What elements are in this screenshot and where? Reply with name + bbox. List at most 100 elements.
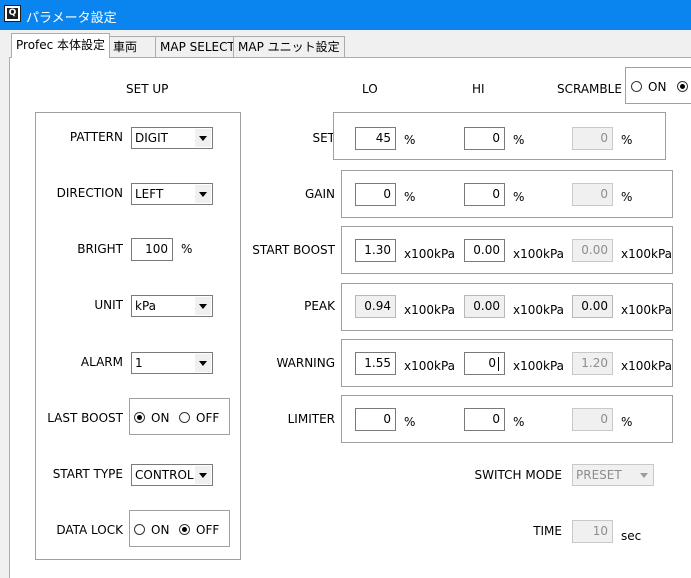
bright-input[interactable]: 100: [131, 238, 173, 261]
pattern-label: PATTERN: [69, 130, 123, 144]
start-boost-hi-input[interactable]: 0.00: [464, 239, 505, 262]
limiter-lo-unit: %: [404, 415, 416, 429]
gain-hi-unit: %: [513, 190, 525, 204]
scramble-on-radio[interactable]: [631, 81, 642, 92]
warning-label: WARNING: [276, 356, 335, 370]
bright-label: BRIGHT: [77, 242, 123, 256]
warning-lo-unit: x100kPa: [404, 359, 456, 373]
app-icon: Q: [4, 5, 21, 22]
lo-header: LO: [362, 82, 378, 96]
set-lo-unit: %: [404, 133, 416, 147]
window-title: パラメータ設定: [26, 11, 117, 26]
unit-label: UNIT: [94, 298, 123, 312]
peak-hi-unit: x100kPa: [513, 303, 565, 317]
gain-lo-input[interactable]: 0: [355, 183, 396, 206]
unit-select[interactable]: kPa: [131, 295, 213, 317]
gain-label: GAIN: [304, 187, 335, 201]
start-type-select[interactable]: CONTROL: [131, 464, 213, 486]
chevron-down-icon[interactable]: [195, 129, 211, 147]
bright-unit: %: [181, 242, 193, 256]
start-type-value: CONTROL: [135, 468, 194, 482]
start-type-label: START TYPE: [52, 467, 123, 481]
scramble-on-label[interactable]: ON: [648, 80, 666, 94]
last-boost-off-label[interactable]: OFF: [196, 411, 219, 425]
peak-lo-value: 0.94: [355, 295, 396, 318]
setup-group: [35, 112, 241, 560]
warning-lo-input[interactable]: 1.55: [355, 352, 396, 375]
set-scramble-input[interactable]: 0: [572, 127, 613, 150]
warning-hi-value: 0: [488, 356, 496, 370]
direction-label: DIRECTION: [56, 186, 123, 200]
time-unit: sec: [621, 529, 642, 543]
switch-mode-label: SWITCH MODE: [474, 468, 563, 482]
limiter-lo-input[interactable]: 0: [355, 408, 396, 431]
data-lock-off-label[interactable]: OFF: [196, 523, 219, 537]
gain-lo-unit: %: [404, 190, 416, 204]
switch-mode-value: PRESET: [576, 468, 622, 482]
last-boost-label: LAST BOOST: [47, 411, 123, 425]
tab-profec-settings[interactable]: Profec 本体設定: [11, 33, 111, 58]
start-boost-lo-input[interactable]: 1.30: [355, 239, 396, 262]
chevron-down-icon[interactable]: [195, 297, 211, 315]
title-bar: Q パラメータ設定: [0, 0, 691, 30]
peak-scramble-value: 0.00: [572, 295, 613, 318]
unit-value: kPa: [135, 299, 156, 313]
pattern-select[interactable]: DIGIT: [131, 127, 213, 149]
start-boost-lo-unit: x100kPa: [404, 247, 456, 261]
start-boost-label: START BOOST: [252, 243, 335, 257]
gain-hi-input[interactable]: 0: [464, 183, 505, 206]
peak-lo-unit: x100kPa: [404, 303, 456, 317]
time-input[interactable]: 10: [572, 520, 613, 543]
peak-label: PEAK: [304, 299, 335, 313]
direction-select[interactable]: LEFT: [131, 183, 213, 205]
start-boost-scramble-unit: x100kPa: [621, 247, 673, 261]
set-label: SET: [312, 131, 335, 145]
scramble-header: SCRAMBLE: [557, 82, 622, 96]
data-lock-on-radio[interactable]: [134, 524, 145, 535]
peak-scramble-unit: x100kPa: [621, 303, 673, 317]
text-caret: [498, 357, 499, 371]
tab-map-unit-settings[interactable]: MAP ユニット設定: [233, 36, 345, 57]
set-scramble-unit: %: [621, 133, 633, 147]
pattern-value: DIGIT: [135, 131, 168, 145]
chevron-down-icon[interactable]: [636, 466, 652, 484]
peak-hi-value: 0.00: [464, 295, 505, 318]
limiter-hi-input[interactable]: 0: [464, 408, 505, 431]
start-boost-scramble-input[interactable]: 0.00: [572, 239, 613, 262]
limiter-scramble-unit: %: [621, 415, 633, 429]
alarm-select[interactable]: 1: [131, 352, 213, 374]
alarm-label: ALARM: [80, 355, 123, 369]
limiter-scramble-input[interactable]: 0: [572, 408, 613, 431]
set-hi-input[interactable]: 0: [464, 127, 505, 150]
chevron-down-icon[interactable]: [195, 466, 211, 484]
warning-hi-input[interactable]: 0: [464, 352, 505, 375]
data-lock-label: DATA LOCK: [56, 523, 123, 537]
chevron-down-icon[interactable]: [195, 354, 211, 372]
data-lock-off-radio[interactable]: [179, 524, 190, 535]
time-label: TIME: [533, 524, 562, 538]
gain-scramble-unit: %: [621, 190, 633, 204]
set-lo-input[interactable]: 45: [355, 127, 396, 150]
hi-header: HI: [472, 82, 485, 96]
tab-vehicle[interactable]: 車両: [108, 36, 156, 57]
warning-scramble-input[interactable]: 1.20: [572, 352, 613, 375]
direction-value: LEFT: [135, 187, 164, 201]
warning-scramble-unit: x100kPa: [621, 359, 673, 373]
switch-mode-select[interactable]: PRESET: [572, 464, 654, 486]
set-hi-unit: %: [513, 133, 525, 147]
setup-header: SET UP: [126, 82, 169, 96]
scramble-off-radio[interactable]: [677, 81, 688, 92]
chevron-down-icon[interactable]: [195, 185, 211, 203]
warning-hi-unit: x100kPa: [513, 359, 565, 373]
limiter-hi-unit: %: [513, 415, 525, 429]
data-lock-on-label[interactable]: ON: [151, 523, 169, 537]
alarm-value: 1: [135, 356, 143, 370]
last-boost-on-label[interactable]: ON: [151, 411, 169, 425]
start-boost-hi-unit: x100kPa: [513, 247, 565, 261]
gain-scramble-input[interactable]: 0: [572, 183, 613, 206]
last-boost-off-radio[interactable]: [179, 412, 190, 423]
limiter-label: LIMITER: [287, 412, 335, 426]
tab-map-select[interactable]: MAP SELECT: [155, 36, 240, 57]
last-boost-on-radio[interactable]: [134, 412, 145, 423]
app-icon-glyph: Q: [7, 8, 18, 19]
